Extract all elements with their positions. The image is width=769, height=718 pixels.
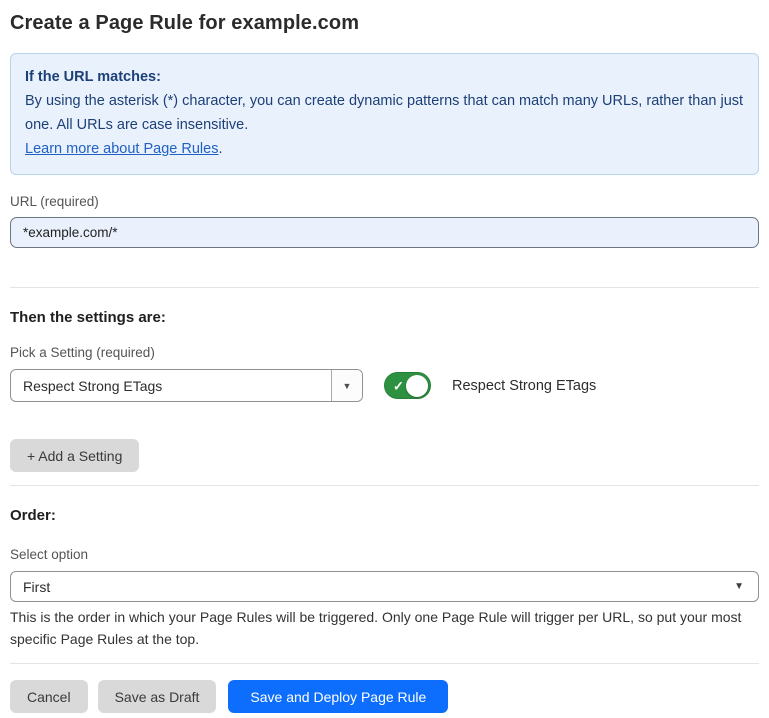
toggle-knob: [406, 375, 428, 397]
info-box-link-line: Learn more about Page Rules.: [25, 137, 744, 161]
save-draft-button[interactable]: Save as Draft: [98, 680, 217, 713]
setting-row: Respect Strong ETags ▼ ✓ Respect Strong …: [10, 369, 759, 402]
info-box-heading: If the URL matches:: [25, 65, 744, 89]
link-period: .: [218, 141, 222, 157]
chevron-down-icon: ▼: [343, 381, 352, 391]
pick-setting-label: Pick a Setting (required): [10, 345, 759, 360]
setting-toggle-label: Respect Strong ETags: [452, 378, 596, 394]
settings-heading: Then the settings are:: [10, 309, 759, 326]
setting-select[interactable]: Respect Strong ETags ▼: [10, 369, 363, 402]
order-help-text: This is the order in which your Page Rul…: [10, 607, 750, 650]
page-title: Create a Page Rule for example.com: [10, 12, 759, 35]
order-select[interactable]: First ▼: [10, 571, 759, 602]
order-select-value: First: [23, 579, 734, 595]
url-input[interactable]: [10, 217, 759, 248]
setting-select-arrow-button[interactable]: ▼: [331, 370, 362, 401]
chevron-down-icon: ▼: [734, 581, 744, 592]
learn-more-link[interactable]: Learn more about Page Rules: [25, 141, 218, 157]
order-select-label: Select option: [10, 547, 759, 562]
cancel-button[interactable]: Cancel: [10, 680, 88, 713]
url-match-info-box: If the URL matches: By using the asteris…: [10, 53, 759, 175]
check-icon: ✓: [393, 379, 404, 392]
save-deploy-button[interactable]: Save and Deploy Page Rule: [228, 680, 448, 713]
divider: [10, 663, 759, 664]
url-field-label: URL (required): [10, 194, 759, 209]
divider: [10, 287, 759, 288]
info-box-body: By using the asterisk (*) character, you…: [25, 89, 744, 137]
order-heading: Order:: [10, 507, 759, 524]
setting-select-value: Respect Strong ETags: [11, 370, 331, 401]
footer-actions: Cancel Save as Draft Save and Deploy Pag…: [10, 680, 759, 713]
divider: [10, 485, 759, 486]
setting-toggle[interactable]: ✓: [384, 372, 431, 399]
add-setting-button[interactable]: + Add a Setting: [10, 439, 139, 472]
